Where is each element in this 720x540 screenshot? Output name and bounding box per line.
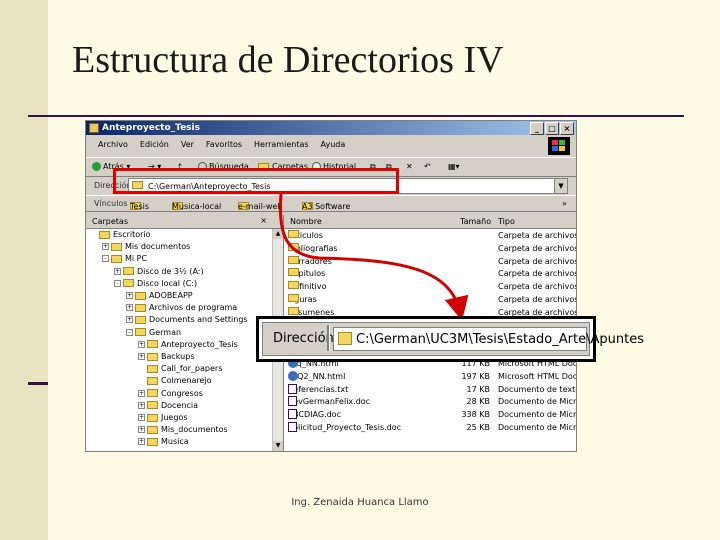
zoom-address-value: C:\German\UC3M\Tesis\Estado_Arte\Apuntes: [356, 332, 644, 347]
address-zoom-callout: Dirección C:\German\UC3M\Tesis\Estado_Ar…: [256, 316, 644, 362]
slide-footer: Ing. Zenaida Huanca Llamo: [291, 497, 429, 508]
zoom-address-label: Dirección: [273, 331, 334, 346]
folder-icon: [338, 332, 352, 345]
zoom-address-input[interactable]: C:\German\UC3M\Tesis\Estado_Arte\Apuntes: [333, 327, 644, 351]
zoom-separator: [327, 325, 330, 351]
zoomed-address-bar: Dirección C:\German\UC3M\Tesis\Estado_Ar…: [262, 322, 644, 356]
callout-arrow: [278, 193, 469, 321]
